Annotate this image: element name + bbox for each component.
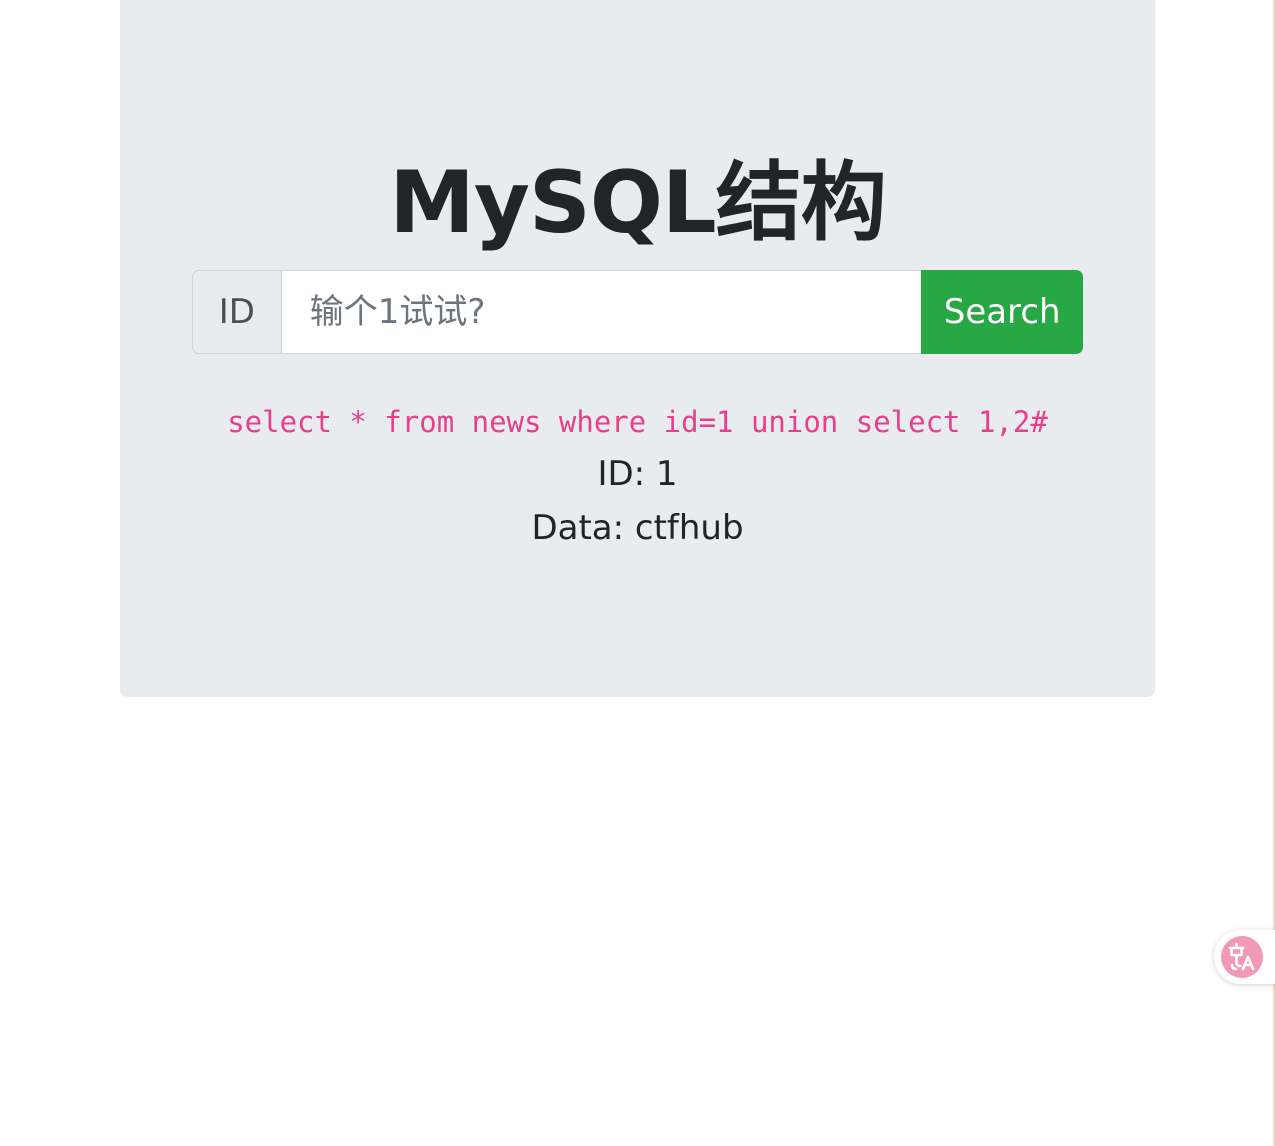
id-addon-label: ID bbox=[192, 270, 281, 354]
page-title: MySQL结构 bbox=[389, 153, 887, 253]
search-button[interactable]: Search bbox=[921, 270, 1083, 354]
translate-widget[interactable] bbox=[1214, 930, 1275, 984]
id-input[interactable] bbox=[280, 270, 948, 354]
result-data: Data: ctfhub bbox=[531, 508, 744, 548]
sql-query-text: select * from news where id=1 union sele… bbox=[227, 405, 1048, 439]
result-id: ID: 1 bbox=[597, 454, 678, 494]
jumbotron-panel: MySQL结构 ID Search select * from news whe… bbox=[120, 0, 1155, 697]
translate-icon[interactable] bbox=[1221, 936, 1263, 978]
search-form: ID Search bbox=[192, 270, 1083, 354]
